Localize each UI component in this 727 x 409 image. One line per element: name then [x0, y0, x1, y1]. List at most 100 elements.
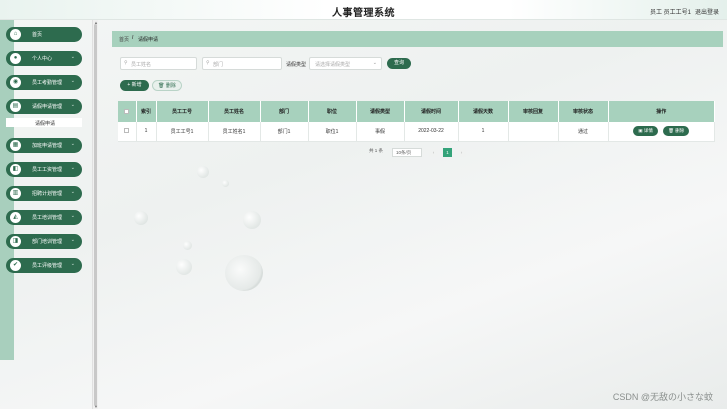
submenu-leave-application[interactable]: 请假申请 — [6, 118, 82, 127]
training-icon: ◭ — [10, 212, 21, 223]
dept-training-icon: ◨ — [10, 236, 21, 247]
top-header: 人事管理系统 员工 员工工号1 退出登录 — [0, 0, 727, 20]
cell-dept: 部门1 — [260, 122, 309, 142]
water-drop-decoration — [243, 211, 261, 229]
chevron-down-icon: ⌄ — [70, 141, 75, 147]
scroll-down-icon[interactable]: ▼ — [94, 404, 98, 409]
sidebar: ⌂ 首页 ● 个人中心 ⌄ ◉ 员工考勤管理 ⌄ ▤ 请假申请管理 ⌄ 请假申请… — [0, 20, 92, 409]
sidebar-item-label: 加班申请管理 — [32, 143, 63, 149]
select-all-checkbox[interactable] — [124, 108, 130, 114]
trash-icon: 🗑 — [158, 83, 165, 89]
chevron-down-icon: ⌄ — [70, 54, 75, 60]
batch-delete-label: 删除 — [165, 83, 176, 89]
sidebar-item-leave[interactable]: ▤ 请假申请管理 ⌄ — [6, 99, 82, 114]
sidebar-item-dept-training[interactable]: ◨ 部门培训管理 ⌄ — [6, 234, 82, 249]
batch-delete-button[interactable]: 🗑 删除 — [152, 80, 182, 91]
sidebar-item-label: 员工培训管理 — [32, 215, 63, 221]
leave-table: 索引 员工工号 员工姓名 部门 职位 请假类型 请假时间 请假天数 审核回复 审… — [118, 101, 715, 142]
water-drop-decoration — [134, 211, 148, 225]
home-icon: ⌂ — [10, 29, 21, 40]
water-drop-decoration — [225, 255, 263, 291]
employee-name-input[interactable]: ⚲ 员工姓名 — [120, 57, 197, 70]
header-select-all[interactable] — [118, 101, 137, 122]
chevron-down-icon: ⌄ — [70, 237, 75, 243]
table-row: 1 员工工号1 员工姓名1 部门1 职位1 事假 2022-03-22 1 通过… — [118, 122, 715, 142]
cell-reply — [508, 122, 559, 142]
sidebar-item-salary[interactable]: ◧ 员工工资管理 ⌄ — [6, 162, 82, 177]
water-drop-decoration — [222, 180, 229, 187]
row-delete-label: 删除 — [675, 128, 685, 134]
submenu-label: 请假申请 — [35, 121, 56, 127]
breadcrumb-current: 请假申请 — [138, 37, 159, 43]
column-header: 操作 — [608, 101, 715, 122]
column-header: 请假类型 — [356, 101, 405, 122]
sidebar-item-attendance[interactable]: ◉ 员工考勤管理 ⌄ — [6, 75, 82, 90]
sidebar-item-recruit[interactable]: ▥ 招聘计划管理 ⌄ — [6, 186, 82, 201]
leave-icon: ▤ — [10, 101, 21, 112]
chevron-down-icon: ⌄ — [70, 213, 75, 219]
rating-icon: ✔ — [10, 260, 21, 271]
app-title: 人事管理系统 — [332, 8, 395, 19]
column-header: 请假天数 — [458, 101, 509, 122]
sidebar-item-rating[interactable]: ✔ 员工评级管理 ⌄ — [6, 258, 82, 273]
chevron-down-icon: ⌄ — [70, 165, 75, 171]
row-checkbox[interactable] — [124, 128, 130, 134]
water-drop-decoration — [197, 166, 209, 178]
sidebar-item-label: 部门培训管理 — [32, 239, 63, 245]
chevron-down-icon: ⌄ — [70, 261, 75, 267]
cell-days: 1 — [458, 122, 509, 142]
attendance-icon: ◉ — [10, 77, 21, 88]
sidebar-item-label: 首页 — [32, 32, 43, 38]
sidebar-item-label: 招聘计划管理 — [32, 191, 63, 197]
detail-label: 详情 — [643, 128, 653, 134]
sidebar-item-home[interactable]: ⌂ 首页 — [6, 27, 82, 42]
leave-type-select[interactable]: 请选择请假类型 ⌄ — [309, 57, 382, 70]
breadcrumb: 首页 / 请假申请 — [112, 31, 723, 47]
recruit-icon: ▥ — [10, 188, 21, 199]
next-page-button[interactable]: › — [457, 148, 466, 157]
column-header: 职位 — [308, 101, 357, 122]
sidebar-item-training[interactable]: ◭ 员工培训管理 ⌄ — [6, 210, 82, 225]
logout-link[interactable]: 退出登录 — [695, 7, 719, 16]
breadcrumb-home-link[interactable]: 首页 — [119, 36, 129, 43]
sidebar-item-overtime[interactable]: ▦ 加班申请管理 ⌄ — [6, 138, 82, 153]
row-select-cell[interactable] — [118, 122, 137, 142]
cell-emp-no: 员工工号1 — [156, 122, 209, 142]
department-input[interactable]: ⚲ 部门 — [202, 57, 282, 70]
department-placeholder: 部门 — [213, 62, 224, 68]
cell-emp-name: 员工姓名1 — [208, 122, 261, 142]
page-number-current[interactable]: 1 — [443, 148, 452, 157]
table-header-row: 索引 员工工号 员工姓名 部门 职位 请假类型 请假时间 请假天数 审核回复 审… — [118, 101, 715, 122]
cell-actions: ▣ 详情 🗑 删除 — [608, 122, 715, 142]
user-info: 员工 员工工号1 — [649, 10, 691, 16]
cell-index: 1 — [136, 122, 157, 142]
page-size-value: 10条/页 — [396, 150, 412, 155]
salary-icon: ◧ — [10, 164, 21, 175]
column-header: 索引 — [136, 101, 157, 122]
sidebar-item-profile[interactable]: ● 个人中心 ⌄ — [6, 51, 82, 66]
detail-button[interactable]: ▣ 详情 — [633, 126, 658, 137]
water-drop-decoration — [183, 241, 192, 250]
add-button[interactable]: + 新增 — [120, 80, 149, 91]
chevron-down-icon: ⌄ — [70, 78, 75, 84]
sidebar-item-label: 请假申请管理 — [32, 104, 63, 110]
chevron-up-icon: ⌄ — [70, 102, 75, 108]
search-icon: ⚲ — [124, 60, 128, 66]
scrollbar-thumb[interactable] — [94, 24, 97, 406]
leave-type-label: 请假类型 — [286, 62, 307, 68]
row-delete-button[interactable]: 🗑 删除 — [663, 126, 690, 137]
leave-type-placeholder: 请选择请假类型 — [315, 62, 351, 68]
sidebar-item-label: 员工工资管理 — [32, 167, 63, 173]
search-icon: ⚲ — [206, 60, 210, 66]
page-size-select[interactable]: 10条/页 — [392, 148, 422, 157]
sidebar-item-label: 个人中心 — [32, 56, 53, 62]
chevron-down-icon: ⌄ — [70, 189, 75, 195]
query-button[interactable]: 查询 — [387, 58, 411, 69]
sidebar-scrollbar[interactable]: ▲ ▼ — [92, 20, 98, 409]
column-header: 审核回复 — [508, 101, 559, 122]
prev-page-button[interactable]: ‹ — [429, 148, 438, 157]
pagination-total: 共 1 条 — [369, 148, 384, 153]
overtime-icon: ▦ — [10, 140, 21, 151]
trash-icon: 🗑 — [668, 128, 674, 134]
employee-name-placeholder: 员工姓名 — [131, 62, 152, 68]
